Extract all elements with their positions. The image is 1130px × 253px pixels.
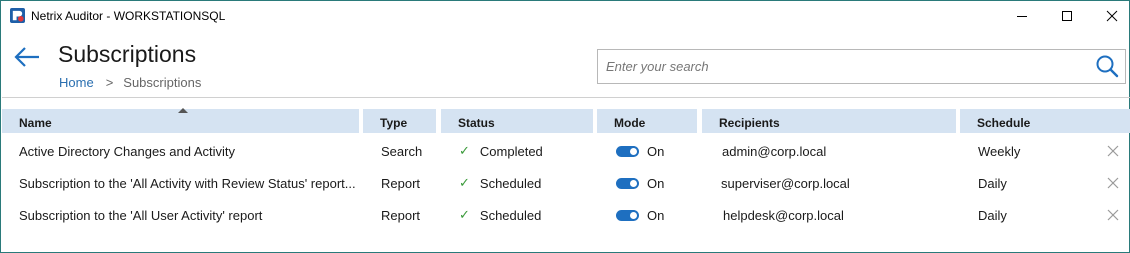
- cell-status: ✓ Scheduled: [459, 167, 593, 199]
- cell-recipients: helpdesk@corp.local: [723, 207, 844, 223]
- cell-status: ✓ Scheduled: [459, 199, 593, 231]
- breadcrumb: Home > Subscriptions: [59, 75, 201, 90]
- cell-mode: On: [616, 135, 696, 167]
- column-header-label: Type: [380, 115, 408, 130]
- mode-text: On: [647, 207, 665, 223]
- back-arrow-icon[interactable]: [13, 45, 41, 69]
- column-header-label: Status: [458, 115, 495, 130]
- sort-ascending-icon: [178, 108, 188, 113]
- column-header-schedule[interactable]: Schedule: [960, 109, 1130, 133]
- mode-toggle[interactable]: [616, 209, 639, 221]
- column-header-label: Schedule: [977, 115, 1031, 130]
- close-window-button[interactable]: [1089, 1, 1130, 31]
- cell-recipients: admin@corp.local: [722, 143, 827, 159]
- netwrix-logo-icon: [10, 8, 25, 23]
- search-icon[interactable]: [1093, 53, 1121, 81]
- column-header-mode[interactable]: Mode: [597, 109, 697, 133]
- search-input[interactable]: [598, 50, 1088, 83]
- check-icon: ✓: [459, 207, 470, 222]
- mode-toggle[interactable]: [616, 177, 639, 189]
- close-icon[interactable]: [1106, 176, 1120, 190]
- cell-type: Report: [381, 207, 421, 223]
- column-header-type[interactable]: Type: [363, 109, 436, 133]
- minimize-icon: [1017, 16, 1027, 17]
- table-row[interactable]: Active Directory Changes and Activity Se…: [2, 135, 1130, 167]
- breadcrumb-current: Subscriptions: [123, 75, 202, 90]
- check-icon: ✓: [459, 143, 470, 158]
- cell-recipients: superviser@corp.local: [721, 175, 850, 191]
- close-icon: [1106, 10, 1118, 22]
- status-text: Scheduled: [479, 175, 542, 191]
- minimize-button[interactable]: [999, 1, 1045, 31]
- column-header-recipients[interactable]: Recipients: [702, 109, 956, 133]
- status-text: Completed: [479, 143, 543, 159]
- cell-name: Subscription to the 'All User Activity' …: [19, 207, 263, 223]
- maximize-button[interactable]: [1044, 1, 1090, 31]
- cell-type: Report: [381, 175, 421, 191]
- maximize-icon: [1062, 11, 1072, 21]
- cell-status: ✓ Completed: [459, 135, 593, 167]
- close-icon[interactable]: [1106, 144, 1120, 158]
- title-bar[interactable]: Netrix Auditor - WORKSTATIONSQL: [1, 1, 1129, 31]
- column-header-label: Recipients: [719, 115, 780, 130]
- window-title: Netrix Auditor - WORKSTATIONSQL: [31, 9, 226, 23]
- cell-mode: On: [616, 199, 696, 231]
- column-header-label: Name: [19, 115, 52, 130]
- close-icon[interactable]: [1106, 208, 1120, 222]
- app-window: Netrix Auditor - WORKSTATIONSQL Subscrip…: [0, 0, 1130, 253]
- mode-text: On: [647, 143, 665, 159]
- table-row[interactable]: Subscription to the 'All User Activity' …: [2, 199, 1130, 231]
- cell-type: Search: [381, 143, 423, 159]
- breadcrumb-separator: >: [105, 75, 114, 90]
- cell-schedule: Daily: [978, 175, 1007, 191]
- page-title: Subscriptions: [58, 41, 197, 67]
- header-divider: [2, 97, 1130, 98]
- table-row[interactable]: Subscription to the 'All Activity with R…: [2, 167, 1130, 199]
- mode-toggle[interactable]: [616, 145, 639, 157]
- breadcrumb-home-link[interactable]: Home: [59, 75, 94, 90]
- cell-mode: On: [616, 167, 696, 199]
- column-header-name[interactable]: Name: [2, 108, 359, 133]
- column-header-label: Mode: [614, 115, 646, 130]
- cell-name: Active Directory Changes and Activity: [19, 143, 236, 159]
- mode-text: On: [647, 175, 665, 191]
- cell-schedule: Daily: [978, 207, 1007, 223]
- column-header-status[interactable]: Status: [441, 109, 593, 133]
- check-icon: ✓: [459, 175, 470, 190]
- cell-schedule: Weekly: [978, 143, 1021, 159]
- status-text: Scheduled: [479, 207, 542, 223]
- cell-name: Subscription to the 'All Activity with R…: [19, 175, 356, 191]
- table-header: Name Type Status Mode Recipients Schedul…: [2, 108, 1130, 133]
- search-box: [597, 49, 1126, 84]
